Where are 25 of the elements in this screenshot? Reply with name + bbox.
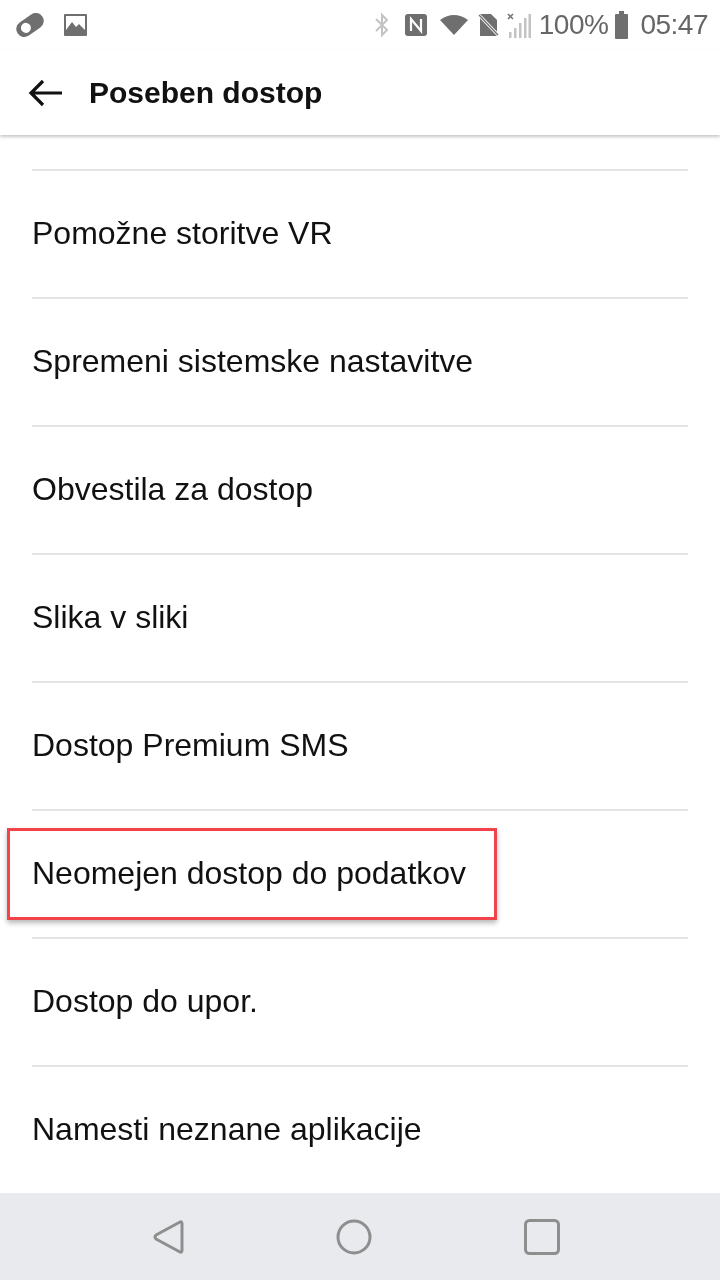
home-button[interactable] [336,1218,372,1255]
image-icon [64,14,87,36]
signal-icon [506,12,531,38]
settings-item[interactable]: Dostop do upor. [32,983,258,1020]
back-triangle-icon [152,1218,184,1255]
settings-item[interactable]: Obvestila za dostop [32,471,314,508]
bluetooth-icon [374,12,389,38]
settings-item[interactable]: Pomožne storitve VR [32,215,333,252]
settings-item[interactable]: Spremeni sistemske nastavitve [32,343,474,380]
recents-square-icon [524,1218,560,1255]
settings-item[interactable]: Slika v sliki [32,599,189,636]
back-nav-button[interactable] [152,1218,184,1255]
battery-percent: 100% [538,11,609,39]
screen-title: Poseben dostop [89,75,323,111]
no-sim-icon [477,14,499,36]
wifi-icon [439,15,468,35]
home-circle-icon [336,1218,372,1255]
clock-time: 05:47 [640,11,708,39]
settings-item[interactable]: Namesti neznane aplikacije [32,1111,422,1148]
nfc-icon [404,14,427,36]
settings-item[interactable]: Neomejen dostop do podatkov [32,855,467,892]
settings-item[interactable]: Dostop Premium SMS [32,727,349,764]
recents-button[interactable] [524,1218,560,1255]
battery-icon [615,11,629,39]
back-arrow-icon [28,78,62,107]
